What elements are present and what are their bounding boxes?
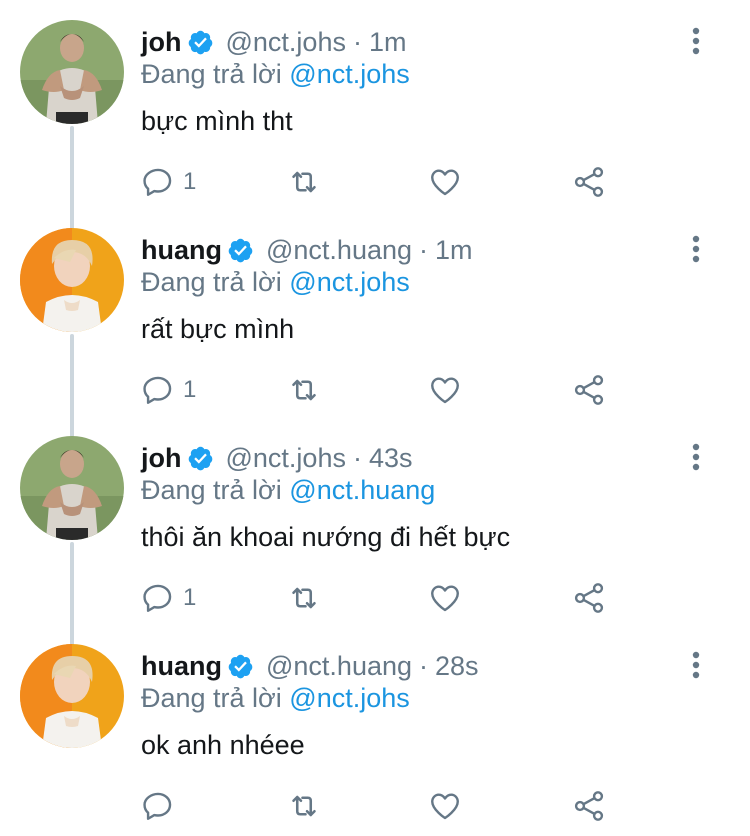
- reply-count: 1: [183, 584, 197, 611]
- reply-button[interactable]: 1: [141, 368, 196, 412]
- replying-to: Đang trả lời @nct.huang: [141, 472, 435, 508]
- like-button[interactable]: [428, 160, 462, 204]
- more-options-icon[interactable]: [684, 650, 708, 680]
- share-icon: [574, 791, 604, 821]
- timestamp[interactable]: 28s: [435, 651, 479, 682]
- reply-button[interactable]: [141, 784, 183, 828]
- reply-icon: [143, 376, 172, 404]
- heart-icon: [431, 377, 459, 404]
- like-button[interactable]: [428, 784, 462, 828]
- retweet-button[interactable]: [286, 160, 322, 204]
- avatar-joh[interactable]: [20, 20, 124, 124]
- separator-dot: ·: [352, 26, 362, 57]
- tweet-text: rất bực mình: [141, 314, 295, 344]
- tweet-header: joh @nct.johs · 1m: [141, 24, 406, 60]
- retweet-button[interactable]: [286, 576, 322, 620]
- reply-button[interactable]: 1: [141, 576, 196, 620]
- tweet[interactable]: huang @nct.huang · 28s Đang trả lời @nct…: [0, 624, 750, 832]
- avatar-huang[interactable]: [20, 228, 124, 332]
- separator-dot: ·: [419, 650, 429, 681]
- reply-count: 1: [183, 376, 197, 403]
- more-options-icon[interactable]: [684, 26, 708, 56]
- verified-badge-icon: [188, 30, 212, 54]
- avatar-joh[interactable]: [20, 436, 124, 540]
- tweet-text: ok anh nhéee: [141, 730, 305, 760]
- replying-to-label: Đang trả lời: [141, 267, 282, 297]
- retweet-icon: [292, 587, 316, 609]
- share-icon: [574, 375, 604, 405]
- retweet-icon: [292, 795, 316, 817]
- replying-to-label: Đang trả lời: [141, 59, 282, 89]
- replying-to: Đang trả lời @nct.johs: [141, 264, 410, 300]
- verified-badge-icon: [188, 446, 212, 470]
- avatar-huang[interactable]: [20, 644, 124, 748]
- reply-button[interactable]: 1: [141, 160, 196, 204]
- replying-to-label: Đang trả lời: [141, 683, 282, 713]
- display-name[interactable]: huang: [141, 651, 222, 682]
- share-button[interactable]: [571, 368, 607, 412]
- retweet-icon: [292, 171, 316, 193]
- display-name[interactable]: joh: [141, 27, 182, 58]
- separator-dot: ·: [352, 442, 362, 473]
- heart-icon: [431, 585, 459, 612]
- share-button[interactable]: [571, 784, 607, 828]
- reply-thread: joh @nct.johs · 1m Đang trả lời @nct.joh…: [0, 0, 750, 836]
- replying-to: Đang trả lời @nct.johs: [141, 56, 410, 92]
- display-name[interactable]: huang: [141, 235, 222, 266]
- heart-icon: [431, 793, 459, 820]
- reply-count: 1: [183, 168, 197, 195]
- heart-icon: [431, 169, 459, 196]
- timestamp[interactable]: 1m: [435, 235, 473, 266]
- retweet-icon: [292, 379, 316, 401]
- tweet-header: joh @nct.johs · 43s: [141, 440, 413, 476]
- reply-icon: [143, 584, 172, 612]
- verified-badge-icon: [228, 238, 253, 262]
- handle[interactable]: @nct.johs: [226, 27, 346, 58]
- retweet-button[interactable]: [286, 784, 322, 828]
- replying-to-label: Đang trả lời: [141, 475, 282, 505]
- reply-icon: [143, 168, 172, 196]
- more-options-icon[interactable]: [684, 442, 708, 472]
- tweet-header: huang @nct.huang · 1m: [141, 232, 473, 268]
- replying-to-link[interactable]: @nct.johs: [289, 683, 409, 713]
- share-button[interactable]: [571, 576, 607, 620]
- share-icon: [574, 583, 604, 613]
- tweet-text: bực mình tht: [141, 106, 293, 136]
- handle[interactable]: @nct.johs: [226, 443, 346, 474]
- timestamp[interactable]: 1m: [369, 27, 407, 58]
- share-icon: [574, 167, 604, 197]
- like-button[interactable]: [428, 576, 462, 620]
- tweet-actions: [0, 784, 750, 828]
- timestamp[interactable]: 43s: [369, 443, 413, 474]
- tweet-header: huang @nct.huang · 28s: [141, 648, 479, 684]
- reply-icon: [143, 792, 172, 820]
- tweet-text: thôi ăn khoai nướng đi hết bực: [141, 522, 511, 552]
- display-name[interactable]: joh: [141, 443, 182, 474]
- replying-to-link[interactable]: @nct.huang: [289, 475, 435, 505]
- like-button[interactable]: [428, 368, 462, 412]
- replying-to-link[interactable]: @nct.johs: [289, 59, 409, 89]
- tweet[interactable]: joh @nct.johs · 43s Đang trả lời @nct.hu…: [0, 416, 750, 624]
- replying-to-link[interactable]: @nct.johs: [289, 267, 409, 297]
- replying-to: Đang trả lời @nct.johs: [141, 680, 410, 716]
- handle[interactable]: @nct.huang: [266, 235, 412, 266]
- tweet-actions: 1: [0, 368, 750, 412]
- more-options-icon[interactable]: [684, 234, 708, 264]
- share-button[interactable]: [571, 160, 607, 204]
- tweet-actions: 1: [0, 576, 750, 620]
- verified-badge-icon: [228, 654, 253, 678]
- tweet[interactable]: huang @nct.huang · 1m Đang trả lời @nct.…: [0, 208, 750, 416]
- handle[interactable]: @nct.huang: [266, 651, 412, 682]
- tweet[interactable]: joh @nct.johs · 1m Đang trả lời @nct.joh…: [0, 0, 750, 208]
- separator-dot: ·: [419, 234, 429, 265]
- tweet-actions: 1: [0, 160, 750, 204]
- retweet-button[interactable]: [286, 368, 322, 412]
